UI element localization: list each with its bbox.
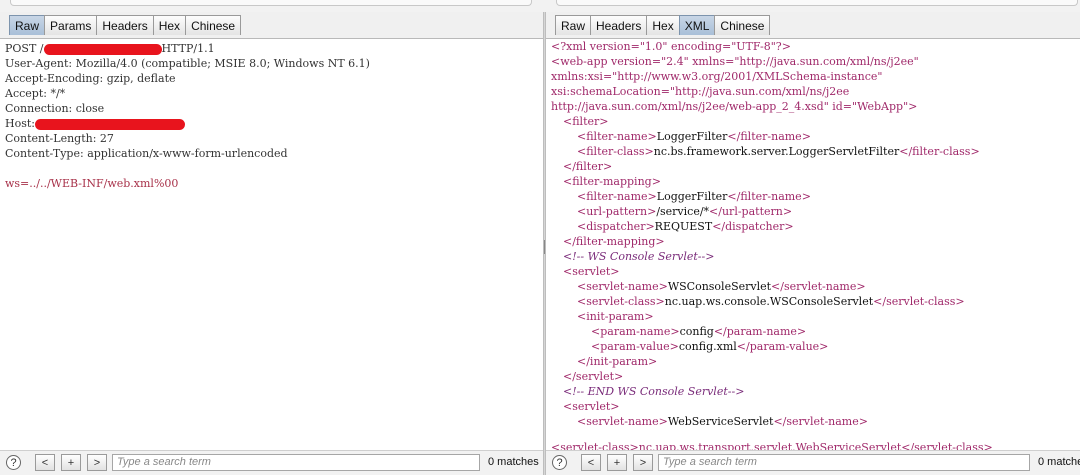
tab-hex[interactable]: Hex (646, 15, 680, 35)
tab-raw[interactable]: Raw (9, 15, 46, 35)
xml-line: <servlet-name>WebServiceServlet</servlet… (577, 415, 868, 428)
xml-line: xmlns:xsi="http://www.w3.org/2001/XMLSch… (551, 70, 883, 83)
response-tab-bar: Raw Headers Hex XML Chinese (546, 12, 1080, 39)
next-match-button[interactable]: > (87, 454, 107, 471)
window-top-strip (0, 0, 1080, 12)
request-method: POST / (5, 42, 44, 55)
match-count: 0 matches (1038, 456, 1080, 468)
xml-line: </filter-mapping> (563, 235, 665, 248)
xml-line: <filter> (563, 115, 609, 128)
request-search-bar: ? < + > Type a search term 0 matches (0, 450, 543, 475)
xml-line: </filter> (563, 160, 613, 173)
xml-line: <init-param> (577, 310, 654, 323)
response-pane: Raw Headers Hex XML Chinese <?xml versio… (546, 12, 1080, 475)
redacted-host (35, 118, 185, 130)
header-host: Host: (0, 116, 543, 131)
match-count: 0 matches (488, 456, 539, 468)
xml-line: <dispatcher>REQUEST</dispatcher> (577, 220, 794, 233)
xml-line: http://java.sun.com/xml/ns/j2ee/web-app_… (551, 100, 918, 113)
request-version: HTTP/1.1 (161, 42, 215, 55)
xml-line: <param-value>config.xml</param-value> (591, 340, 829, 353)
xml-line: <filter-name>LoggerFilter</filter-name> (577, 130, 811, 143)
xml-line: <servlet> (563, 400, 620, 413)
header-content-length: Content-Length: 27 (5, 132, 114, 145)
request-editor[interactable]: POST / HTTP/1.1 User-Agent: Mozilla/4.0 (… (0, 39, 543, 451)
request-body: ws=../../WEB-INF/web.xml%00 (5, 177, 179, 190)
tab-headers[interactable]: Headers (96, 15, 154, 35)
header-connection: Connection: close (5, 102, 105, 115)
tab-params[interactable]: Params (44, 15, 98, 35)
xml-line: </servlet> (563, 370, 624, 383)
header-user-agent: User-Agent: Mozilla/4.0 (compatible; MSI… (5, 57, 370, 70)
xml-comment: <!-- WS Console Servlet--> (563, 250, 715, 263)
tab-xml[interactable]: XML (678, 15, 716, 35)
header-accept: Accept: */* (5, 87, 66, 100)
xml-line: <filter-class>nc.bs.framework.server.Log… (577, 145, 980, 158)
request-line: POST / HTTP/1.1 (0, 41, 543, 56)
tab-chinese[interactable]: Chinese (185, 15, 242, 35)
next-match-button[interactable]: > (633, 454, 653, 471)
xml-line: <param-name>config</param-name> (591, 325, 807, 338)
right-top-edge (556, 0, 1078, 6)
prev-match-button[interactable]: < (581, 454, 601, 471)
search-input[interactable]: Type a search term (112, 454, 480, 471)
left-top-edge (10, 0, 532, 6)
splitter-grip[interactable] (544, 240, 545, 254)
request-tab-bar: Raw Params Headers Hex Chinese (0, 12, 543, 39)
redacted-path (43, 43, 162, 55)
help-icon[interactable]: ? (552, 455, 567, 470)
tab-chinese[interactable]: Chinese (714, 15, 771, 35)
add-button[interactable]: + (61, 454, 81, 471)
xml-comment: <!-- END WS Console Servlet--> (563, 385, 745, 398)
help-icon[interactable]: ? (6, 455, 21, 470)
response-search-bar: ? < + > Type a search term 0 matches (546, 450, 1080, 475)
add-button[interactable]: + (607, 454, 627, 471)
xml-line: </init-param> (577, 355, 658, 368)
header-accept-encoding: Accept-Encoding: gzip, deflate (5, 72, 176, 85)
tab-headers[interactable]: Headers (590, 15, 648, 35)
xml-line: <filter-name>LoggerFilter</filter-name> (577, 190, 811, 203)
xml-line: <web-app version="2.4" xmlns="http://jav… (551, 55, 919, 68)
xml-declaration: <?xml version="1.0" encoding="UTF-8"?> (551, 40, 791, 53)
host-label: Host: (5, 117, 35, 130)
xml-line: <filter-mapping> (563, 175, 661, 188)
response-xml-view[interactable]: <?xml version="1.0" encoding="UTF-8"?> <… (546, 39, 1080, 451)
xml-line: xsi:schemaLocation="http://java.sun.com/… (551, 85, 850, 98)
tab-hex[interactable]: Hex (152, 15, 187, 35)
search-input[interactable]: Type a search term (658, 454, 1030, 471)
xml-line: <servlet-name>WSConsoleServlet</servlet-… (577, 280, 866, 293)
xml-line: <servlet-class>nc.uap.ws.console.WSConso… (577, 295, 965, 308)
prev-match-button[interactable]: < (35, 454, 55, 471)
xml-line: <servlet> (563, 265, 620, 278)
header-content-type: Content-Type: application/x-www-form-url… (5, 147, 288, 160)
tab-raw[interactable]: Raw (555, 15, 592, 35)
request-pane: Raw Params Headers Hex Chinese POST / HTT… (0, 12, 543, 475)
xml-line: <url-pattern>/service/*</url-pattern> (577, 205, 793, 218)
